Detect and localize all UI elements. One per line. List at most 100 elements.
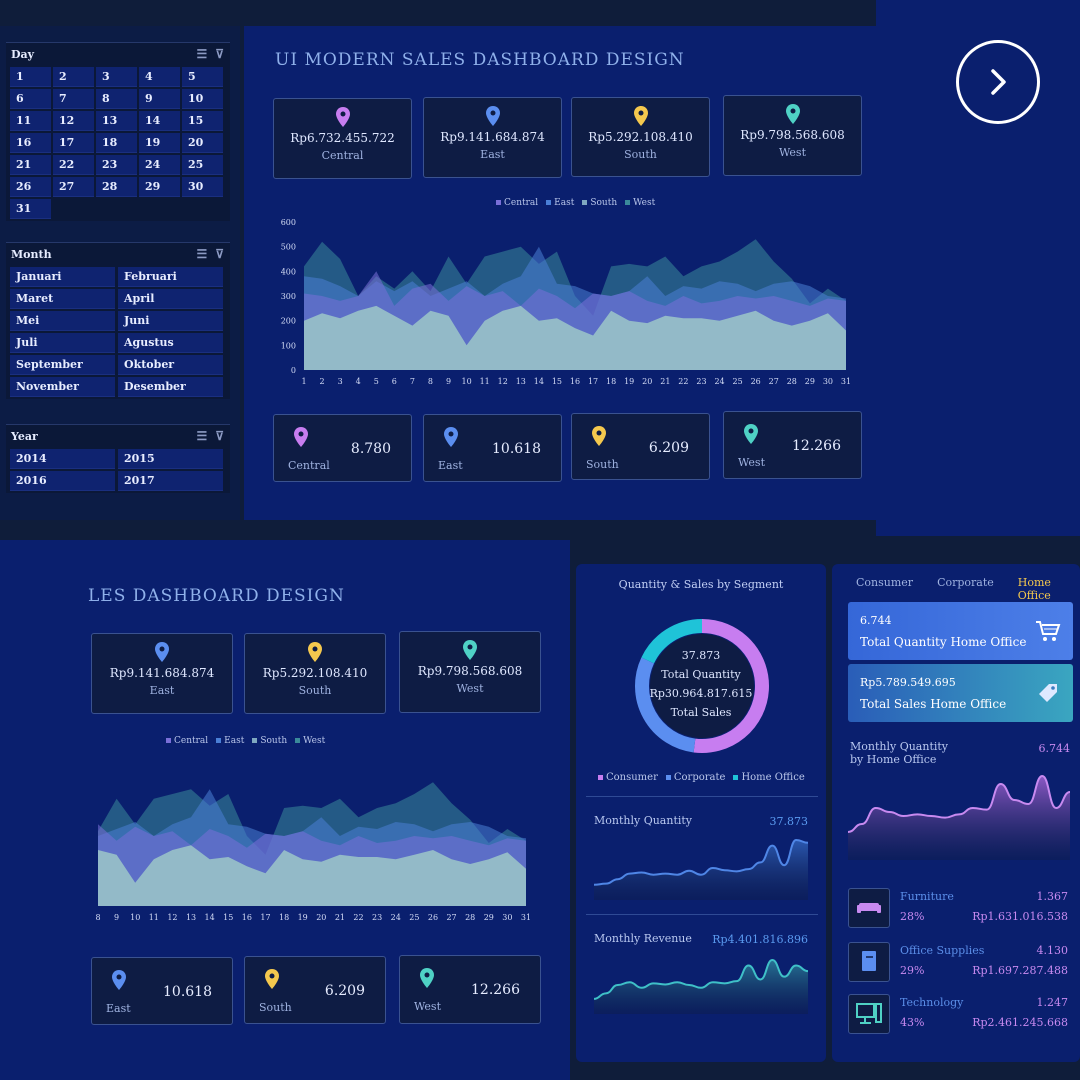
pin-wrap — [294, 427, 308, 451]
quantity-card-south[interactable]: South 6.209 — [571, 413, 710, 480]
x-tick-label: 11 — [480, 377, 490, 386]
day-item-16[interactable]: 16 — [10, 133, 51, 153]
day-item-26[interactable]: 26 — [10, 177, 51, 197]
monthly-quantity-home-office-label: Monthly Quantity by Home Office — [850, 740, 948, 766]
day-item-2[interactable]: 2 — [53, 67, 94, 87]
day-item-11[interactable]: 11 — [10, 111, 51, 131]
day-item-21[interactable]: 21 — [10, 155, 51, 175]
quantity-card-south[interactable]: South 6.209 — [244, 956, 386, 1024]
multi-select-icon[interactable]: ☰ — [196, 429, 207, 443]
divider — [586, 796, 818, 797]
total-quantity-value: 37.873 — [681, 649, 721, 662]
legend-item-home-office: Home Office — [733, 772, 805, 783]
divider — [586, 914, 818, 915]
day-item-23[interactable]: 23 — [96, 155, 137, 175]
year-item-2016[interactable]: 2016 — [10, 471, 115, 491]
month-item-agustus[interactable]: Agustus — [118, 333, 223, 353]
day-item-12[interactable]: 12 — [53, 111, 94, 131]
sales-card-west[interactable]: Rp9.798.568.608 West — [399, 631, 541, 713]
day-item-18[interactable]: 18 — [96, 133, 137, 153]
sofa-icon — [848, 888, 890, 928]
sales-amount: Rp9.141.684.874 — [440, 130, 545, 144]
category-sales: Rp1.631.016.538 — [972, 910, 1068, 923]
day-item-8[interactable]: 8 — [96, 89, 137, 109]
sales-card-south[interactable]: Rp5.292.108.410 South — [244, 633, 386, 714]
month-item-mei[interactable]: Mei — [10, 311, 115, 331]
region-label: South — [624, 148, 657, 161]
location-pin-icon — [744, 424, 758, 444]
month-item-januari[interactable]: Januari — [10, 267, 115, 287]
category-name: Furniture — [900, 890, 954, 903]
y-tick-label: 600 — [281, 218, 296, 227]
day-item-19[interactable]: 19 — [139, 133, 180, 153]
location-pin-icon — [485, 106, 500, 126]
quantity-card-central[interactable]: Central 8.780 — [273, 414, 412, 482]
day-item-17[interactable]: 17 — [53, 133, 94, 153]
x-tick-label: 2 — [320, 377, 325, 386]
month-item-juni[interactable]: Juni — [118, 311, 223, 331]
day-item-7[interactable]: 7 — [53, 89, 94, 109]
day-item-27[interactable]: 27 — [53, 177, 94, 197]
sales-card-south[interactable]: Rp5.292.108.410 South — [571, 97, 710, 177]
day-item-29[interactable]: 29 — [139, 177, 180, 197]
year-item-2014[interactable]: 2014 — [10, 449, 115, 469]
sales-card-east[interactable]: Rp9.141.684.874 East — [91, 633, 233, 714]
sales-card-east[interactable]: Rp9.141.684.874 East — [423, 97, 562, 178]
category-percent: 28% — [900, 910, 925, 923]
day-item-1[interactable]: 1 — [10, 67, 51, 87]
day-item-28[interactable]: 28 — [96, 177, 137, 197]
day-item-3[interactable]: 3 — [96, 67, 137, 87]
quantity-card-east[interactable]: East 10.618 — [423, 414, 562, 482]
quantity-card-east[interactable]: East 10.618 — [91, 957, 233, 1025]
day-item-5[interactable]: 5 — [182, 67, 223, 87]
day-item-22[interactable]: 22 — [53, 155, 94, 175]
month-item-november[interactable]: November — [10, 377, 115, 397]
month-item-februari[interactable]: Februari — [118, 267, 223, 287]
category-row-furniture[interactable]: Furniture 28% 1.367 Rp1.631.016.538 — [848, 886, 1072, 930]
tab-corporate[interactable]: Corporate — [937, 576, 994, 602]
month-item-maret[interactable]: Maret — [10, 289, 115, 309]
month-item-desember[interactable]: Desember — [118, 377, 223, 397]
clear-filter-icon[interactable]: ⊽ — [215, 47, 224, 61]
tab-consumer[interactable]: Consumer — [856, 576, 913, 602]
x-tick-label: 18 — [606, 377, 616, 386]
x-tick-label: 8 — [95, 913, 100, 922]
y-tick-label: 300 — [281, 292, 296, 301]
day-item-25[interactable]: 25 — [182, 155, 223, 175]
day-item-4[interactable]: 4 — [139, 67, 180, 87]
day-item-15[interactable]: 15 — [182, 111, 223, 131]
category-row-technology[interactable]: Technology 43% 1.247 Rp2.461.245.668 — [848, 992, 1072, 1036]
day-item-9[interactable]: 9 — [139, 89, 180, 109]
year-item-2015[interactable]: 2015 — [118, 449, 223, 469]
day-item-20[interactable]: 20 — [182, 133, 223, 153]
sales-card-west[interactable]: Rp9.798.568.608 West — [723, 95, 862, 176]
sales-card-central[interactable]: Rp6.732.455.722 Central — [273, 98, 412, 179]
day-item-24[interactable]: 24 — [139, 155, 180, 175]
day-item-10[interactable]: 10 — [182, 89, 223, 109]
day-item-30[interactable]: 30 — [182, 177, 223, 197]
day-item-14[interactable]: 14 — [139, 111, 180, 131]
sales-amount: Rp5.292.108.410 — [588, 130, 693, 144]
next-arrow-button[interactable] — [956, 40, 1040, 124]
clear-filter-icon[interactable]: ⊽ — [215, 247, 224, 261]
multi-select-icon[interactable]: ☰ — [196, 247, 207, 261]
location-pin-icon — [335, 107, 350, 127]
month-item-september[interactable]: September — [10, 355, 115, 375]
month-item-oktober[interactable]: Oktober — [118, 355, 223, 375]
monthly-label-line1: Monthly Quantity — [850, 740, 949, 753]
slicer-panel: Day ☰ ⊽ 1 2 3 4 5 6 7 8 9 10 11 12 13 14 15 16 17 18 19 20 21… — [0, 26, 240, 520]
day-item-13[interactable]: 13 — [96, 111, 137, 131]
day-slicer-title: Day — [11, 47, 35, 61]
year-item-2017[interactable]: 2017 — [118, 471, 223, 491]
quantity-card-west[interactable]: West 12.266 — [723, 411, 862, 479]
month-item-juli[interactable]: Juli — [10, 333, 115, 353]
quantity-card-west[interactable]: West 12.266 — [399, 955, 541, 1024]
category-row-office-supplies[interactable]: Office Supplies 29% 4.130 Rp1.697.287.488 — [848, 940, 1072, 984]
month-item-april[interactable]: April — [118, 289, 223, 309]
day-item-31[interactable]: 31 — [10, 199, 51, 219]
day-item-6[interactable]: 6 — [10, 89, 51, 109]
multi-select-icon[interactable]: ☰ — [196, 47, 207, 61]
clear-filter-icon[interactable]: ⊽ — [215, 429, 224, 443]
tab-home-office[interactable]: Home Office — [1018, 576, 1074, 602]
monthly-quantity-value: 37.873 — [769, 815, 809, 828]
